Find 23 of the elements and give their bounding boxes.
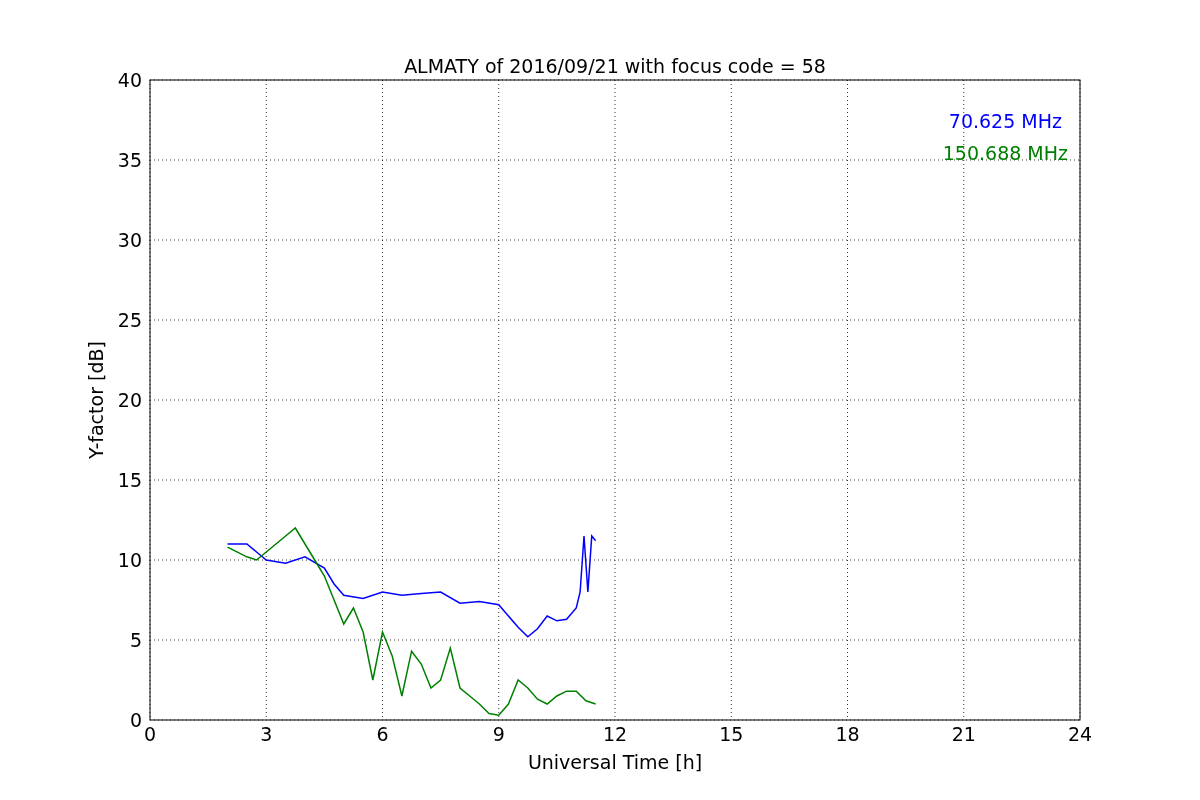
x-tick-label: 21 <box>951 723 976 745</box>
y-tick-label: 30 <box>117 229 142 251</box>
x-tick-label: 9 <box>492 723 505 745</box>
x-axis-label: Universal Time [h] <box>527 751 703 773</box>
y-tick-label: 25 <box>117 309 142 331</box>
x-tick-label: 12 <box>602 723 628 745</box>
y-tick-label: 40 <box>117 69 142 91</box>
x-tick-label: 24 <box>1067 723 1093 745</box>
legend-label: 150.688 MHz <box>942 142 1068 164</box>
y-axis-label: Y-factor [dB] <box>85 341 107 459</box>
y-tick-label: 15 <box>117 469 142 491</box>
y-tick-label: 5 <box>129 629 142 651</box>
y-tick-label: 20 <box>117 389 142 411</box>
y-tick-label: 0 <box>129 709 142 731</box>
x-tick-label: 18 <box>835 723 860 745</box>
y-tick-label: 10 <box>117 549 142 571</box>
x-tick-label: 6 <box>376 723 389 745</box>
x-tick-label: 0 <box>143 723 157 745</box>
y-tick-label: 35 <box>117 149 142 171</box>
x-tick-label: 15 <box>719 723 744 745</box>
legend-label: 70.625 MHz <box>948 110 1062 132</box>
x-tick-label: 3 <box>260 723 273 745</box>
chart-title: ALMATY of 2016/09/21 with focus code = 58 <box>404 55 826 77</box>
